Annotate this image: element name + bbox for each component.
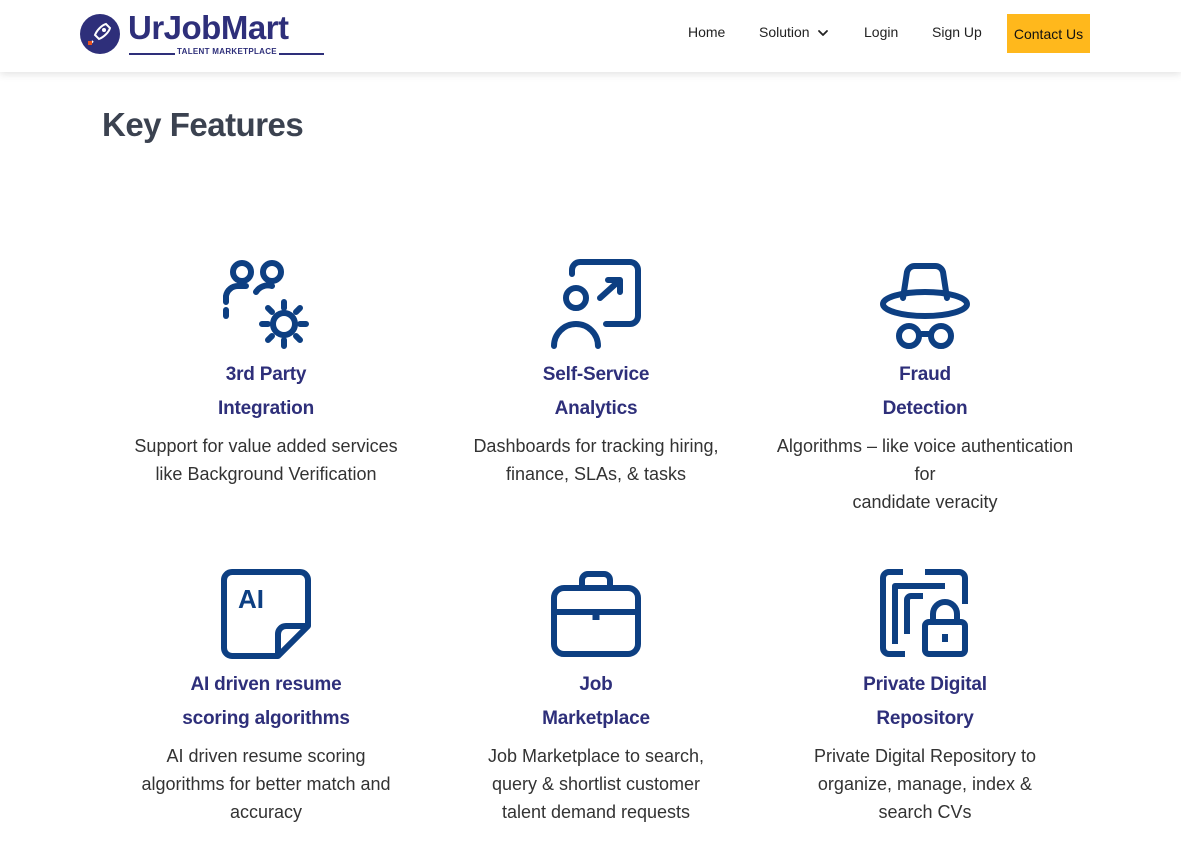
page-title: Key Features [102,106,304,143]
tagline-rule-left [129,53,175,55]
feature-card: Job Marketplace Job Marketplace to searc… [431,568,761,826]
feature-desc-line: candidate veracity [852,492,998,512]
feature-desc-line: talent demand requests [501,802,691,822]
feature-title-line: Marketplace [542,708,650,729]
svg-text:AI: AI [238,584,264,614]
feature-card: Fraud Detection Algorithms – like voice … [760,258,1090,516]
site-header: UrJobMart TALENT MARKETPLACE Home Soluti… [0,0,1181,72]
feature-title-line: Repository [876,708,974,729]
feature-title-line: Self-Service [542,364,650,385]
feature-title-line: Detection [882,398,968,419]
nav-solution[interactable]: Solution [759,24,829,40]
feature-title-line: Fraud [899,364,951,385]
ai-note-icon: AI [221,569,311,659]
people-gear-icon [223,260,309,349]
feature-title-line: scoring algorithms [182,708,350,729]
feature-card: Self-Service Analytics Dashboards for tr… [431,258,761,488]
feature-desc-line: algorithms for better match and [141,774,391,794]
rocket-icon [80,14,120,54]
feature-desc-line: like Background Verification [155,464,377,484]
brand-logo[interactable]: UrJobMart TALENT MARKETPLACE [80,9,330,60]
feature-title-line: AI driven resume [190,674,342,695]
feature-desc-line: Job Marketplace to search, [487,746,705,766]
feature-title-line: Analytics [554,398,638,419]
feature-desc-line: query & shortlist customer [491,774,701,794]
brand-tagline: TALENT MARKETPLACE [177,47,277,56]
nav-solution-label: Solution [759,24,810,40]
feature-card: Private Digital Repository Private Digit… [760,568,1090,826]
incognito-icon [880,263,970,349]
feature-desc-line: Dashboards for tracking hiring, [473,436,719,456]
feature-desc-line: Support for value added services [134,436,398,456]
feature-card: 3rd Party Integration Support for value … [101,258,431,488]
feature-desc-line: finance, SLAs, & tasks [505,464,687,484]
tagline-rule-right [279,53,324,55]
feature-desc-line: Algorithms – like voice authentication [776,436,1074,456]
feature-desc-line: AI driven resume scoring [166,746,366,766]
nav-login[interactable]: Login [864,24,898,40]
feature-title-line: Private Digital [863,674,987,695]
chevron-down-icon [818,30,829,37]
brand-name: UrJobMart [128,9,289,46]
secure-repository-icon [880,569,968,657]
feature-title-line: Integration [218,398,314,419]
analytics-user-icon [551,259,641,349]
nav-home[interactable]: Home [688,24,725,40]
briefcase-icon [551,571,641,657]
feature-desc-line: search CVs [878,802,972,822]
nav-signup[interactable]: Sign Up [932,24,982,40]
feature-card: AI AI driven resume scoring algorithms A… [101,568,431,826]
feature-desc-line: for [914,464,936,484]
feature-title-line: Job [579,674,613,695]
feature-desc-line: Private Digital Repository to [813,746,1037,766]
contact-us-button[interactable]: Contact Us [1007,14,1090,53]
feature-title-line: 3rd Party [225,364,307,385]
feature-desc-line: organize, manage, index & [817,774,1033,794]
feature-desc-line: accuracy [229,802,303,822]
